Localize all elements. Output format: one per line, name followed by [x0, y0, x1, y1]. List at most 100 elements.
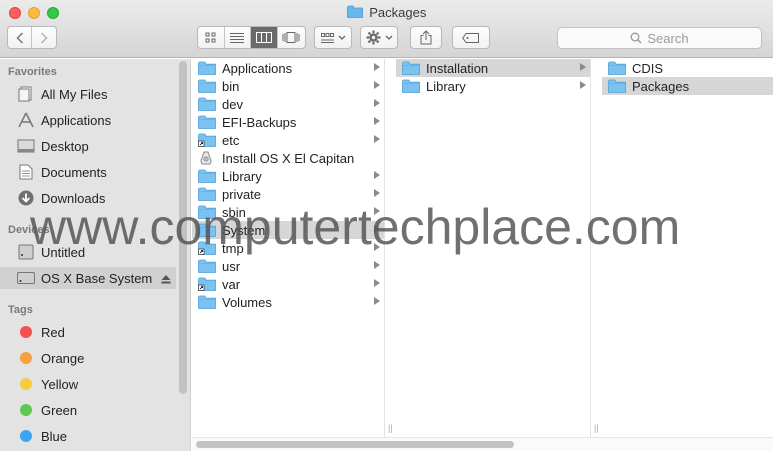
- file-row[interactable]: Install OS X El Capitan: [192, 149, 384, 167]
- action-button[interactable]: [360, 26, 398, 49]
- file-row[interactable]: Packages: [602, 77, 773, 95]
- file-name: EFI-Backups: [222, 114, 297, 130]
- disclosure-arrow-icon: [374, 189, 380, 197]
- sidebar-item-tag-green[interactable]: Green: [0, 399, 176, 421]
- folder-icon: [198, 295, 216, 309]
- sidebar-item-label: Desktop: [41, 138, 89, 154]
- sidebar-item-desktop[interactable]: Desktop: [0, 135, 176, 157]
- sidebar-item-label: Documents: [41, 164, 107, 180]
- file-row[interactable]: EFI-Backups: [192, 113, 384, 131]
- share-icon: [420, 30, 432, 45]
- folder-icon: [198, 61, 216, 75]
- folder-icon: [402, 79, 420, 93]
- toolbar: Packages Search: [0, 0, 773, 58]
- folder-icon: [198, 259, 216, 273]
- back-button[interactable]: [8, 27, 33, 48]
- file-name: Install OS X El Capitan: [222, 150, 355, 166]
- chevron-down-icon: [338, 35, 345, 40]
- file-name: etc: [222, 132, 240, 148]
- sidebar-item-label: Yellow: [41, 376, 79, 392]
- cover-flow-button[interactable]: [278, 27, 305, 48]
- icon-view-button[interactable]: [198, 27, 225, 48]
- folder-icon: [198, 115, 216, 129]
- disclosure-arrow-icon: [374, 261, 380, 269]
- file-row[interactable]: Volumes: [192, 293, 384, 311]
- alias-folder-icon: [198, 277, 216, 291]
- file-row[interactable]: CDIS: [602, 59, 773, 77]
- folder-icon: [608, 61, 626, 75]
- desktop-icon: [16, 137, 36, 155]
- file-name: CDIS: [632, 60, 664, 76]
- file-row[interactable]: etc: [192, 131, 384, 149]
- sidebar-item-label: Applications: [41, 112, 112, 128]
- documents-icon: [16, 163, 36, 181]
- disclosure-arrow-icon: [374, 171, 380, 179]
- orange-tag-dot-icon: [20, 352, 32, 364]
- resize-grip-icon[interactable]: ||: [594, 423, 599, 433]
- installer-icon: [198, 151, 216, 165]
- sidebar-item-all-my-files[interactable]: All My Files: [0, 83, 176, 105]
- folder-icon: [402, 61, 420, 75]
- file-row[interactable]: var: [192, 275, 384, 293]
- folder-icon: [198, 79, 216, 93]
- file-name: Library: [426, 78, 466, 94]
- file-row[interactable]: Library: [192, 167, 384, 185]
- cover-flow-icon: [282, 32, 300, 43]
- tag-icon: [462, 32, 479, 43]
- red-tag-dot-icon: [20, 326, 32, 338]
- sidebar-item-tag-orange[interactable]: Orange: [0, 347, 176, 369]
- tags-button[interactable]: [452, 26, 490, 49]
- eject-icon[interactable]: [161, 272, 171, 287]
- sidebar-item-label: Blue: [41, 428, 68, 444]
- file-row[interactable]: Library: [396, 77, 590, 95]
- list-view-button[interactable]: [225, 27, 252, 48]
- finder-window: Packages Search Favorites All My Files A…: [0, 0, 773, 451]
- search-icon: [630, 32, 642, 44]
- file-name: Library: [222, 168, 262, 184]
- nav-buttons: [7, 26, 57, 49]
- chevron-down-icon: [385, 35, 392, 40]
- file-name: Volumes: [222, 294, 272, 310]
- forward-button[interactable]: [32, 27, 56, 48]
- sidebar-item-label: Red: [41, 324, 65, 340]
- disclosure-arrow-icon: [374, 297, 380, 305]
- watermark-text: www.computertechplace.com: [30, 199, 681, 255]
- sidebar-item-applications[interactable]: Applications: [0, 109, 176, 131]
- blue-tag-dot-icon: [20, 430, 32, 442]
- file-name: dev: [222, 96, 243, 112]
- file-name: bin: [222, 78, 240, 94]
- sidebar-item-label: OS X Base System: [41, 270, 153, 286]
- sidebar-item-os-x-base-system[interactable]: OS X Base System: [0, 267, 176, 289]
- folder-icon: [198, 97, 216, 111]
- sidebar-item-tag-blue[interactable]: Blue: [0, 425, 176, 447]
- column-view-button[interactable]: [251, 27, 278, 48]
- window-title: Packages: [369, 5, 427, 21]
- disclosure-arrow-icon: [374, 63, 380, 71]
- folder-icon: [608, 79, 626, 93]
- title-folder-icon: [346, 5, 363, 21]
- share-button[interactable]: [410, 26, 442, 49]
- sidebar-item-tag-red[interactable]: Red: [0, 321, 176, 343]
- horizontal-scrollbar[interactable]: [196, 441, 514, 448]
- file-row[interactable]: Applications: [192, 59, 384, 77]
- file-row[interactable]: Installation: [396, 59, 590, 77]
- sidebar-item-documents[interactable]: Documents: [0, 161, 176, 183]
- disclosure-arrow-icon: [580, 63, 586, 71]
- sidebar-item-label: All My Files: [41, 86, 108, 102]
- arrange-button[interactable]: [314, 26, 352, 49]
- search-field[interactable]: Search: [557, 27, 762, 49]
- disclosure-arrow-icon: [374, 135, 380, 143]
- file-row[interactable]: dev: [192, 95, 384, 113]
- file-row[interactable]: usr: [192, 257, 384, 275]
- gear-icon: [366, 30, 380, 45]
- arrange-icon: [320, 32, 334, 43]
- resize-grip-icon[interactable]: ||: [388, 423, 393, 433]
- folder-icon: [198, 169, 216, 183]
- disclosure-arrow-icon: [374, 99, 380, 107]
- disclosure-arrow-icon: [580, 81, 586, 89]
- file-row[interactable]: bin: [192, 77, 384, 95]
- file-name: Applications: [222, 60, 293, 76]
- sidebar-item-tag-yellow[interactable]: Yellow: [0, 373, 176, 395]
- disclosure-arrow-icon: [374, 279, 380, 287]
- chevron-left-icon: [15, 31, 23, 44]
